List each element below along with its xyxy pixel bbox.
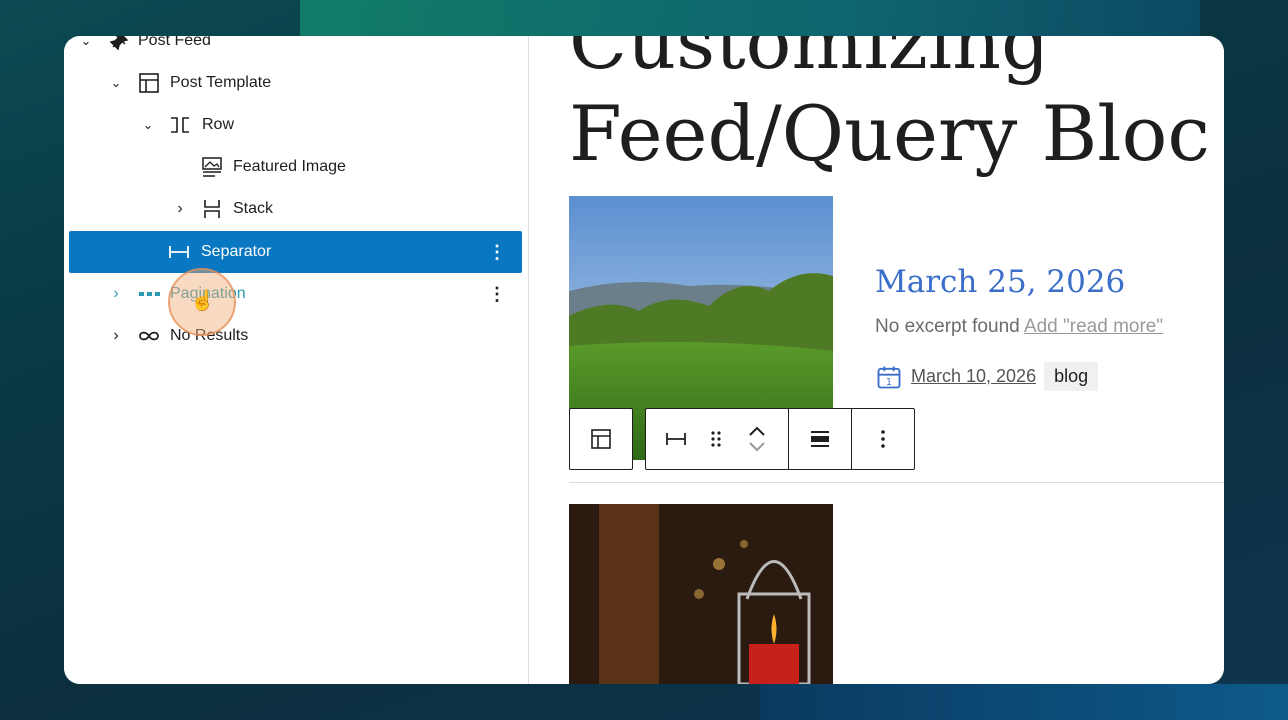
list-item-label: Post Template bbox=[170, 74, 272, 91]
more-options-icon bbox=[881, 430, 885, 448]
excerpt-text: No excerpt found bbox=[875, 316, 1020, 337]
post-meta: 1 March 10, 2026 blog bbox=[875, 362, 1099, 391]
list-item-pagination[interactable]: › Pagination ⋮ bbox=[69, 273, 522, 315]
svg-text:1: 1 bbox=[886, 377, 892, 388]
pin-icon bbox=[109, 36, 129, 51]
list-item-stack[interactable]: › Stack bbox=[69, 188, 522, 230]
editor-window: ⌄ Post Feed ⌄ Post Template ⌄ Row Featur… bbox=[64, 36, 1224, 684]
list-item-post-feed[interactable]: ⌄ Post Feed bbox=[69, 36, 522, 62]
list-item-no-results[interactable]: › No Results bbox=[69, 315, 522, 357]
align-full-icon bbox=[811, 431, 829, 447]
list-item-featured-image[interactable]: Featured Image bbox=[69, 146, 522, 188]
more-options-icon[interactable]: ⋮ bbox=[488, 242, 506, 263]
select-parent-button[interactable] bbox=[570, 409, 632, 469]
drag-handle[interactable] bbox=[706, 409, 726, 469]
post-date-heading[interactable]: March 25, 2026 bbox=[875, 264, 1125, 300]
toolbar-group-main bbox=[645, 408, 915, 470]
layout-icon bbox=[139, 73, 159, 93]
list-item-label: Stack bbox=[233, 200, 274, 217]
list-item-post-template[interactable]: ⌄ Post Template bbox=[69, 62, 522, 104]
post-title-line: Feed/Query Bloc bbox=[569, 89, 1210, 178]
chevron-down-icon[interactable]: ⌄ bbox=[141, 117, 155, 133]
background-swoosh bbox=[300, 0, 1200, 40]
chevron-right-icon[interactable]: › bbox=[173, 200, 187, 218]
separator-icon bbox=[666, 433, 686, 445]
post-meta-date[interactable]: March 10, 2026 bbox=[911, 366, 1036, 387]
list-item-row[interactable]: ⌄ Row bbox=[69, 104, 522, 146]
calendar-icon: 1 bbox=[877, 366, 901, 388]
chevron-down-icon[interactable]: ⌄ bbox=[109, 75, 123, 91]
pagination-icon bbox=[139, 292, 160, 296]
read-more-link[interactable]: Add "read more" bbox=[1024, 316, 1163, 337]
featured-image[interactable] bbox=[569, 504, 833, 684]
move-buttons bbox=[726, 409, 788, 469]
post-title-line: Customizing bbox=[569, 36, 1050, 86]
no-results-icon bbox=[139, 331, 159, 341]
block-options-button[interactable] bbox=[852, 409, 914, 469]
list-item-separator[interactable]: Separator ⋮ bbox=[69, 231, 522, 273]
row-icon bbox=[171, 117, 189, 133]
post-excerpt: No excerpt found Add "read more" bbox=[875, 316, 1163, 338]
editor-canvas[interactable]: Customizing Feed/Query Bloc March 25, 20… bbox=[529, 36, 1224, 684]
chevron-right-icon[interactable]: › bbox=[109, 327, 123, 345]
list-item-label: Post Feed bbox=[138, 36, 211, 49]
chevron-right-icon[interactable]: › bbox=[109, 285, 123, 303]
featured-image-icon bbox=[202, 157, 222, 177]
separator-icon bbox=[169, 246, 189, 258]
list-view-panel: ⌄ Post Feed ⌄ Post Template ⌄ Row Featur… bbox=[64, 36, 529, 684]
chevron-down-icon[interactable]: ⌄ bbox=[79, 36, 93, 49]
move-up-icon[interactable] bbox=[747, 425, 767, 439]
drag-handle-icon bbox=[711, 431, 721, 447]
separator-block-button[interactable] bbox=[646, 409, 706, 469]
stack-icon bbox=[204, 200, 220, 218]
post-title[interactable]: Customizing Feed/Query Bloc bbox=[569, 36, 1224, 180]
hand-cursor-icon: ☝ bbox=[190, 290, 215, 312]
more-options-icon[interactable]: ⋮ bbox=[488, 284, 506, 305]
layout-icon bbox=[591, 429, 611, 449]
separator-block[interactable] bbox=[569, 482, 1224, 483]
align-button[interactable] bbox=[789, 409, 851, 469]
list-item-label: Featured Image bbox=[233, 158, 346, 175]
list-item-label: Separator bbox=[201, 243, 272, 260]
post-tag[interactable]: blog bbox=[1044, 362, 1099, 391]
background-swoosh bbox=[760, 684, 1288, 720]
list-item-label: Row bbox=[202, 116, 235, 133]
toolbar-gap bbox=[633, 408, 645, 470]
move-down-icon[interactable] bbox=[747, 439, 767, 453]
lantern-image bbox=[569, 504, 833, 684]
block-toolbar bbox=[569, 408, 915, 470]
toolbar-group-parent bbox=[569, 408, 633, 470]
